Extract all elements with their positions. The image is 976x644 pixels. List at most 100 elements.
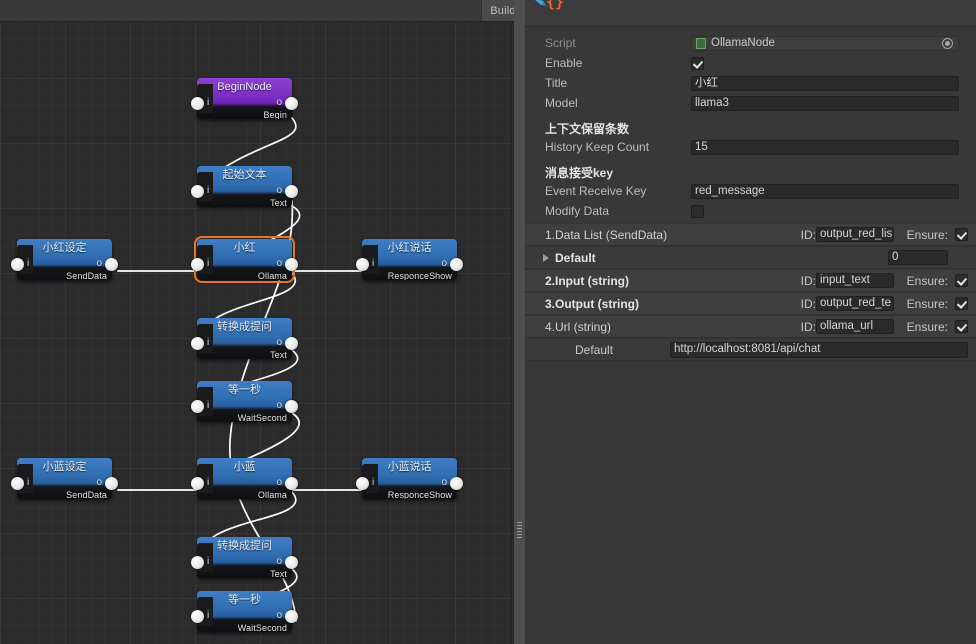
node-input-port[interactable] [356, 477, 369, 490]
node-output-port[interactable] [285, 258, 298, 271]
node-graph-panel[interactable]: Build BeginNode i o Begin 起始文本 i o Text … [0, 0, 525, 644]
node-output-port[interactable] [450, 477, 463, 490]
data-row-sub-default[interactable]: Default 0 [525, 246, 976, 269]
ensure-checkbox[interactable] [955, 297, 968, 310]
node-body: 小红设定 i o SendData [17, 239, 112, 280]
node-output-letter: o [276, 258, 282, 269]
script-value: OllamaNode [711, 36, 775, 49]
node-input-port[interactable] [191, 477, 204, 490]
data-row[interactable]: 3.Output (string) ID: output_red_te Ensu… [525, 292, 976, 315]
node-title: 小蓝说话 [387, 461, 432, 473]
node-type-label: ResponceShow [387, 490, 452, 499]
graph-node[interactable]: 等一秒 i o WaitSecond [191, 381, 298, 422]
data-row[interactable]: 4.Url (string) ID: ollama_url Ensure: [525, 315, 976, 338]
node-title: 转换成提问 [217, 321, 272, 333]
inspector-header: {} [525, 0, 976, 27]
id-input[interactable]: output_red_lis [816, 227, 894, 242]
node-input-port[interactable] [191, 185, 204, 198]
graph-node[interactable]: 小红说话 i o ResponceShow [356, 239, 463, 280]
sub-default-label: Default [555, 250, 596, 265]
graph-canvas[interactable]: BeginNode i o Begin 起始文本 i o Text 小红设定 i o SendData… [0, 21, 525, 644]
graph-node[interactable]: 转换成提问 i o Text [191, 537, 298, 578]
graph-node[interactable]: 等一秒 i o WaitSecond [191, 591, 298, 632]
graph-node[interactable]: 小红设定 i o SendData [11, 239, 118, 280]
node-title: 小红说话 [387, 242, 432, 254]
node-output-port[interactable] [285, 610, 298, 623]
splitter-grip[interactable] [517, 522, 522, 538]
data-row-name: 2.Input (string) [545, 273, 629, 288]
node-body: 小蓝说话 i o ResponceShow [362, 458, 457, 499]
id-input[interactable]: ollama_url [816, 319, 894, 334]
graph-node[interactable]: 小蓝设定 i o SendData [11, 458, 118, 499]
node-output-letter: o [276, 337, 282, 348]
node-output-port[interactable] [285, 556, 298, 569]
node-output-port[interactable] [285, 97, 298, 110]
ensure-checkbox[interactable] [955, 274, 968, 287]
node-input-port[interactable] [191, 556, 204, 569]
node-output-letter: o [276, 556, 282, 567]
node-body: 转换成提问 i o Text [197, 537, 292, 578]
title-label: Title [545, 76, 568, 90]
node-output-port[interactable] [285, 477, 298, 490]
node-input-port[interactable] [191, 610, 204, 623]
model-input[interactable]: llama3 [691, 95, 959, 111]
node-output-port[interactable] [105, 258, 118, 271]
chevron-right-icon[interactable] [543, 253, 549, 262]
url-default-input[interactable]: http://localhost:8081/api/chat [670, 341, 968, 358]
node-body: 等一秒 i o WaitSecond [197, 591, 292, 632]
node-output-port[interactable] [285, 400, 298, 413]
modify-data-row: Modify Data [525, 201, 976, 221]
sub-default-input[interactable]: 0 [888, 250, 948, 265]
event-receive-key-input[interactable]: red_message [691, 183, 959, 199]
modify-data-checkbox[interactable] [691, 204, 704, 218]
node-input-port[interactable] [191, 337, 204, 350]
ensure-checkbox[interactable] [955, 228, 968, 241]
node-input-port[interactable] [356, 258, 369, 271]
history-keep-count-input[interactable]: 15 [691, 139, 959, 155]
data-row[interactable]: 2.Input (string) ID: input_text Ensure: [525, 269, 976, 292]
node-title: 小蓝设定 [42, 461, 87, 473]
id-input[interactable]: input_text [816, 273, 894, 288]
graph-node[interactable]: 转换成提问 i o Text [191, 318, 298, 359]
graph-node[interactable]: 小蓝说话 i o ResponceShow [356, 458, 463, 499]
event-receive-key-row: Event Receive Key red_message [525, 181, 976, 201]
graph-node[interactable]: BeginNode i o Begin [191, 78, 298, 119]
panel-splitter[interactable] [514, 0, 525, 644]
data-row[interactable]: 1.Data List (SendData) ID: output_red_li… [525, 223, 976, 246]
node-input-port[interactable] [11, 477, 24, 490]
id-label: ID: [800, 273, 816, 288]
node-output-port[interactable] [285, 337, 298, 350]
node-input-letter: i [207, 400, 210, 411]
node-body: 起始文本 i o Text [197, 166, 292, 207]
node-output-port[interactable] [285, 185, 298, 198]
node-body: 转换成提问 i o Text [197, 318, 292, 359]
node-output-port[interactable] [450, 258, 463, 271]
url-default-row[interactable]: Default http://localhost:8081/api/chat [525, 338, 976, 361]
node-type-label: Ollama [257, 490, 287, 499]
inspector-panel[interactable]: {} Script OllamaNode Enable Title 小红 Mod… [525, 0, 976, 644]
node-input-port[interactable] [191, 258, 204, 271]
enable-row: Enable [525, 53, 976, 73]
graph-node[interactable]: 小红 i o Ollama [191, 236, 298, 283]
node-input-port[interactable] [11, 258, 24, 271]
node-input-letter: i [207, 185, 210, 196]
graph-node[interactable]: 小蓝 i o Ollama [191, 458, 298, 499]
graph-node[interactable]: 起始文本 i o Text [191, 166, 298, 207]
node-input-letter: i [27, 258, 30, 269]
node-input-port[interactable] [191, 97, 204, 110]
script-object-field[interactable]: OllamaNode [691, 35, 959, 51]
modify-data-label: Modify Data [545, 204, 610, 218]
node-output-letter: o [276, 610, 282, 621]
node-type-label: SendData [66, 490, 107, 499]
enable-checkbox[interactable] [691, 56, 704, 70]
node-output-port[interactable] [105, 477, 118, 490]
node-output-letter: o [276, 477, 282, 488]
node-title: 小红设定 [42, 242, 87, 254]
id-input[interactable]: output_red_te [816, 296, 894, 311]
ensure-checkbox[interactable] [955, 320, 968, 333]
node-input-port[interactable] [191, 400, 204, 413]
title-input[interactable]: 小红 [691, 75, 959, 91]
object-picker-icon[interactable] [942, 37, 953, 49]
graph-toolbar: Build [0, 0, 525, 22]
url-default-label: Default [575, 342, 614, 357]
